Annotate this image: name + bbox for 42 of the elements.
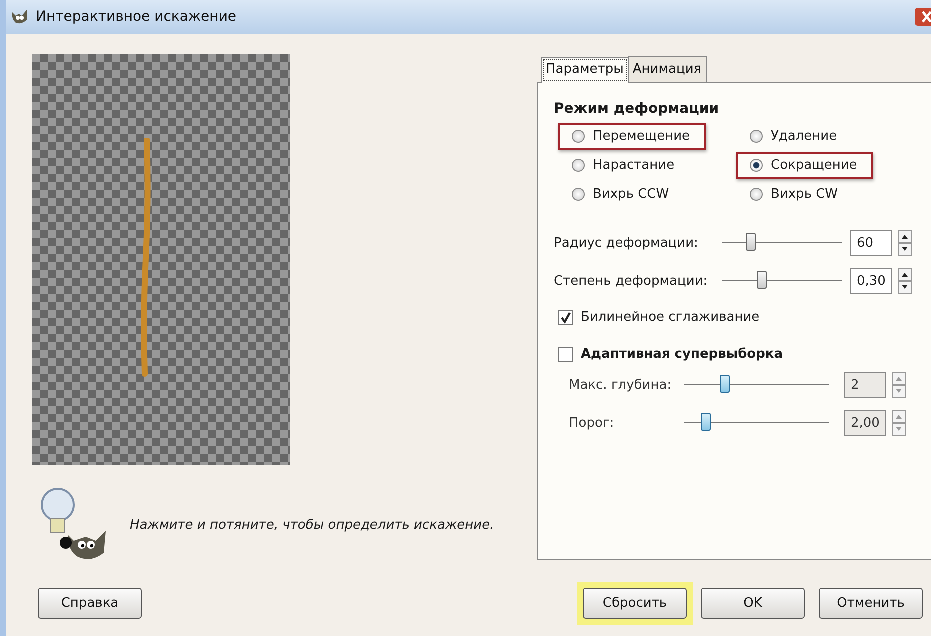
slider-label: Радиус деформации: — [554, 236, 700, 250]
radio-label: Удаление — [771, 129, 838, 144]
mascot-icon — [10, 8, 30, 26]
radio-button[interactable] — [572, 159, 585, 172]
spin-field[interactable]: 0,30 — [850, 268, 892, 294]
radio-option[interactable]: Сокращение — [736, 152, 874, 179]
radio-label: Нарастание — [593, 158, 675, 173]
checkbox[interactable] — [558, 347, 573, 362]
section-heading: Режим деформации — [554, 101, 720, 117]
radio-option[interactable]: Вихрь CW — [736, 181, 854, 208]
spin-arrows-icon[interactable] — [898, 230, 912, 256]
dialog-button[interactable]: OK — [701, 588, 805, 618]
radio-option[interactable]: Перемещение — [558, 123, 706, 150]
slider-thumb[interactable] — [746, 233, 756, 251]
slider-thumb[interactable] — [756, 271, 767, 289]
radio-option[interactable]: Нарастание — [558, 152, 691, 179]
checkbox-label: Билинейное сглаживание — [581, 310, 760, 325]
radio-label: Вихрь CCW — [593, 187, 670, 202]
radio-option[interactable]: Удаление — [736, 123, 854, 150]
radio-button[interactable] — [572, 130, 585, 143]
radio-option[interactable]: Вихрь CCW — [558, 181, 686, 208]
radio-label: Перемещение — [593, 129, 690, 144]
hint-text: Нажмите и потяните, чтобы определить искажение. — [130, 518, 494, 532]
window-title: Интерактивное искажение — [36, 9, 237, 25]
tab[interactable]: Анимация — [628, 56, 707, 82]
tab[interactable]: Параметры — [541, 57, 629, 83]
radio-label: Вихрь CW — [771, 187, 838, 202]
radio-label: Сокращение — [771, 158, 858, 173]
radio-button[interactable] — [750, 130, 763, 143]
dialog-button[interactable]: Отменить — [819, 588, 923, 618]
checkbox-label: Адаптивная супервыборка — [581, 347, 783, 362]
radio-button[interactable] — [750, 159, 763, 172]
slider-label: Макс. глубина: — [569, 378, 673, 392]
slider-label: Степень деформации: — [554, 274, 709, 288]
dialog-button[interactable]: Справка — [38, 588, 142, 618]
radio-button[interactable] — [572, 188, 585, 201]
spin-arrows-icon[interactable] — [898, 268, 912, 294]
spin-field[interactable]: 60 — [850, 230, 892, 256]
dialog-button[interactable]: Сбросить — [583, 588, 687, 618]
slider-label: Порог: — [569, 416, 616, 430]
radio-button[interactable] — [750, 188, 763, 201]
checkbox[interactable] — [558, 310, 573, 325]
